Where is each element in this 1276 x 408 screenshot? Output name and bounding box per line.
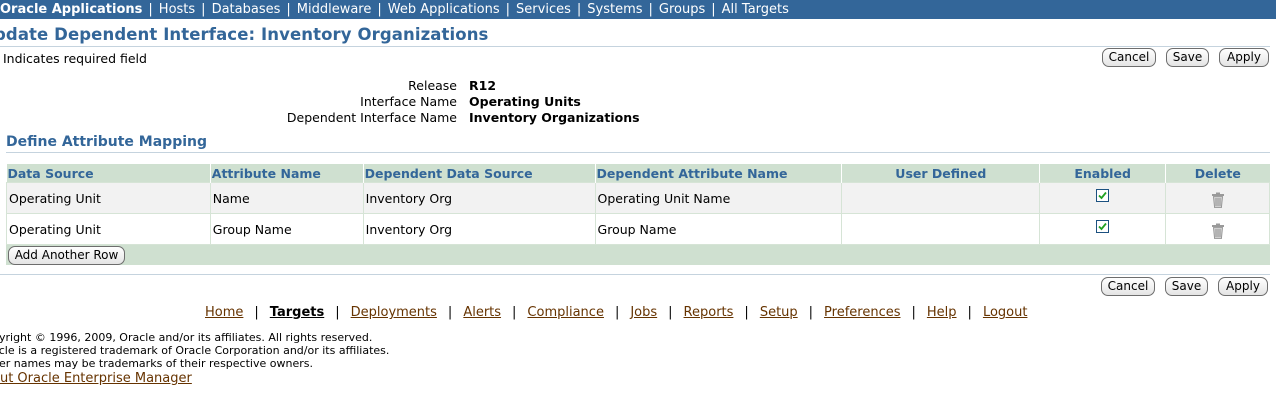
apply-button-top[interactable]: Apply — [1219, 48, 1269, 67]
cell-enabled — [1039, 182, 1167, 214]
footer-separator: | — [808, 305, 814, 320]
cell-data-source: Operating Unit — [6, 182, 211, 214]
nav-databases[interactable]: Databases — [212, 2, 281, 17]
attribute-mapping-table: Data Source Attribute Name Dependent Dat… — [6, 164, 1270, 245]
bottom-divider — [0, 274, 1270, 275]
checkmark-icon — [1098, 191, 1107, 199]
cell-delete — [1165, 182, 1270, 214]
save-button-top[interactable]: Save — [1166, 48, 1209, 67]
footer-link-logout[interactable]: Logout — [983, 305, 1028, 320]
column-header-dependent-attribute-name: Dependent Attribute Name — [594, 164, 842, 183]
page-title: pdate Dependent Interface: Inventory Org… — [0, 25, 489, 44]
table-footer-bar — [6, 245, 1270, 265]
release-value: R12 — [469, 78, 497, 93]
cell-attribute-name: Group Name — [209, 213, 364, 245]
nav-separator: | — [201, 2, 206, 17]
nav-separator: | — [505, 2, 511, 17]
footer-separator: | — [967, 305, 972, 320]
nav-web-applications[interactable]: Web Applications — [388, 2, 500, 17]
dependent-interface-label: Dependent Interface Name — [286, 110, 457, 125]
footer-link-jobs[interactable]: Jobs — [630, 305, 657, 320]
cell-user-defined — [841, 182, 1041, 214]
interface-name-label: Interface Name — [360, 94, 457, 109]
nav-separator: | — [148, 2, 153, 17]
title-divider — [0, 46, 1270, 47]
enabled-checkbox[interactable] — [1096, 219, 1110, 233]
enabled-checkbox[interactable] — [1096, 188, 1110, 202]
footer-link-setup[interactable]: Setup — [760, 305, 798, 320]
cell-dependent-attribute-name: Group Name — [594, 213, 843, 245]
nav-groups[interactable]: Groups — [659, 2, 705, 17]
release-label: Release — [408, 78, 457, 93]
footer-separator: | — [254, 305, 259, 320]
footer-link-home[interactable]: Home — [205, 305, 243, 320]
cell-delete — [1165, 213, 1270, 245]
nav-oracle-applications[interactable]: Oracle Applications — [0, 2, 142, 17]
cell-attribute-name: Name — [209, 182, 364, 214]
section-divider — [6, 152, 1270, 153]
column-header-delete: Delete — [1165, 164, 1270, 183]
footer-link-reports[interactable]: Reports — [684, 305, 734, 320]
cell-data-source: Operating Unit — [6, 213, 211, 245]
nav-separator: | — [576, 2, 582, 17]
top-navigation-bar: Oracle Applications | Hosts | Databases | Midd… — [0, 0, 1276, 19]
nav-separator: | — [711, 2, 716, 17]
save-button-bottom[interactable]: Save — [1165, 277, 1208, 296]
nav-separator: | — [286, 2, 291, 17]
nav-systems[interactable]: Systems — [587, 2, 642, 17]
nav-middleware[interactable]: Middleware — [297, 2, 372, 17]
footer-separator: | — [512, 305, 517, 320]
footer-link-compliance[interactable]: Compliance — [527, 305, 604, 320]
cell-dependent-attribute-name: Operating Unit Name — [594, 182, 843, 214]
copyright-line-2: acle is a registered trademark of Oracle… — [0, 344, 390, 357]
table-row: Operating Unit Group Name Inventory Org … — [6, 213, 1270, 245]
footer-link-alerts[interactable]: Alerts — [463, 305, 501, 320]
column-header-dependent-data-source: Dependent Data Source — [362, 164, 596, 183]
trash-icon[interactable] — [1211, 223, 1225, 242]
footer-link-targets[interactable]: Targets — [270, 305, 324, 320]
nav-all-targets[interactable]: All Targets — [722, 2, 789, 17]
footer-separator: | — [744, 305, 749, 320]
trash-icon[interactable] — [1211, 192, 1225, 211]
cancel-button-bottom[interactable]: Cancel — [1101, 277, 1155, 296]
footer-link-deployments[interactable]: Deployments — [351, 305, 437, 320]
interface-name-value: Operating Units — [469, 94, 581, 109]
cell-dependent-data-source: Inventory Org — [362, 182, 596, 214]
column-header-data-source: Data Source — [6, 164, 211, 183]
footer-separator: | — [447, 305, 453, 320]
nav-separator: | — [648, 2, 653, 17]
column-header-enabled: Enabled — [1039, 164, 1166, 183]
about-link[interactable]: out Oracle Enterprise Manager — [0, 371, 192, 386]
footer-separator: | — [668, 305, 673, 320]
cell-user-defined — [841, 213, 1041, 245]
footer-separator: | — [911, 305, 916, 320]
copyright-line-1: pyright © 1996, 2009, Oracle and/or its … — [0, 331, 373, 344]
cancel-button-top[interactable]: Cancel — [1102, 48, 1156, 67]
add-another-row-button[interactable]: Add Another Row — [8, 246, 125, 265]
column-header-attribute-name: Attribute Name — [209, 164, 364, 183]
footer-separator: | — [614, 305, 620, 320]
footer-link-help[interactable]: Help — [927, 305, 957, 320]
nav-separator: | — [377, 2, 382, 17]
cell-dependent-data-source: Inventory Org — [362, 213, 596, 245]
column-header-user-defined: User Defined — [841, 164, 1040, 183]
footer-link-preferences[interactable]: Preferences — [824, 305, 900, 320]
table-header-row: Data Source Attribute Name Dependent Dat… — [6, 164, 1270, 183]
dependent-interface-value: Inventory Organizations — [469, 110, 640, 125]
footer-separator: | — [335, 305, 340, 320]
cell-enabled — [1039, 213, 1167, 245]
footer-links: Home | Targets | Deployments | Alerts | Complian… — [205, 305, 1027, 320]
checkmark-icon — [1098, 222, 1107, 230]
required-field-note: Indicates required field — [3, 51, 147, 66]
table-row: Operating Unit Name Inventory Org Operat… — [6, 182, 1270, 214]
section-heading: Define Attribute Mapping — [6, 134, 208, 150]
copyright-line-3: her names may be trademarks of their res… — [0, 357, 313, 370]
nav-hosts[interactable]: Hosts — [159, 2, 195, 17]
nav-services[interactable]: Services — [516, 2, 571, 17]
apply-button-bottom[interactable]: Apply — [1218, 277, 1268, 296]
